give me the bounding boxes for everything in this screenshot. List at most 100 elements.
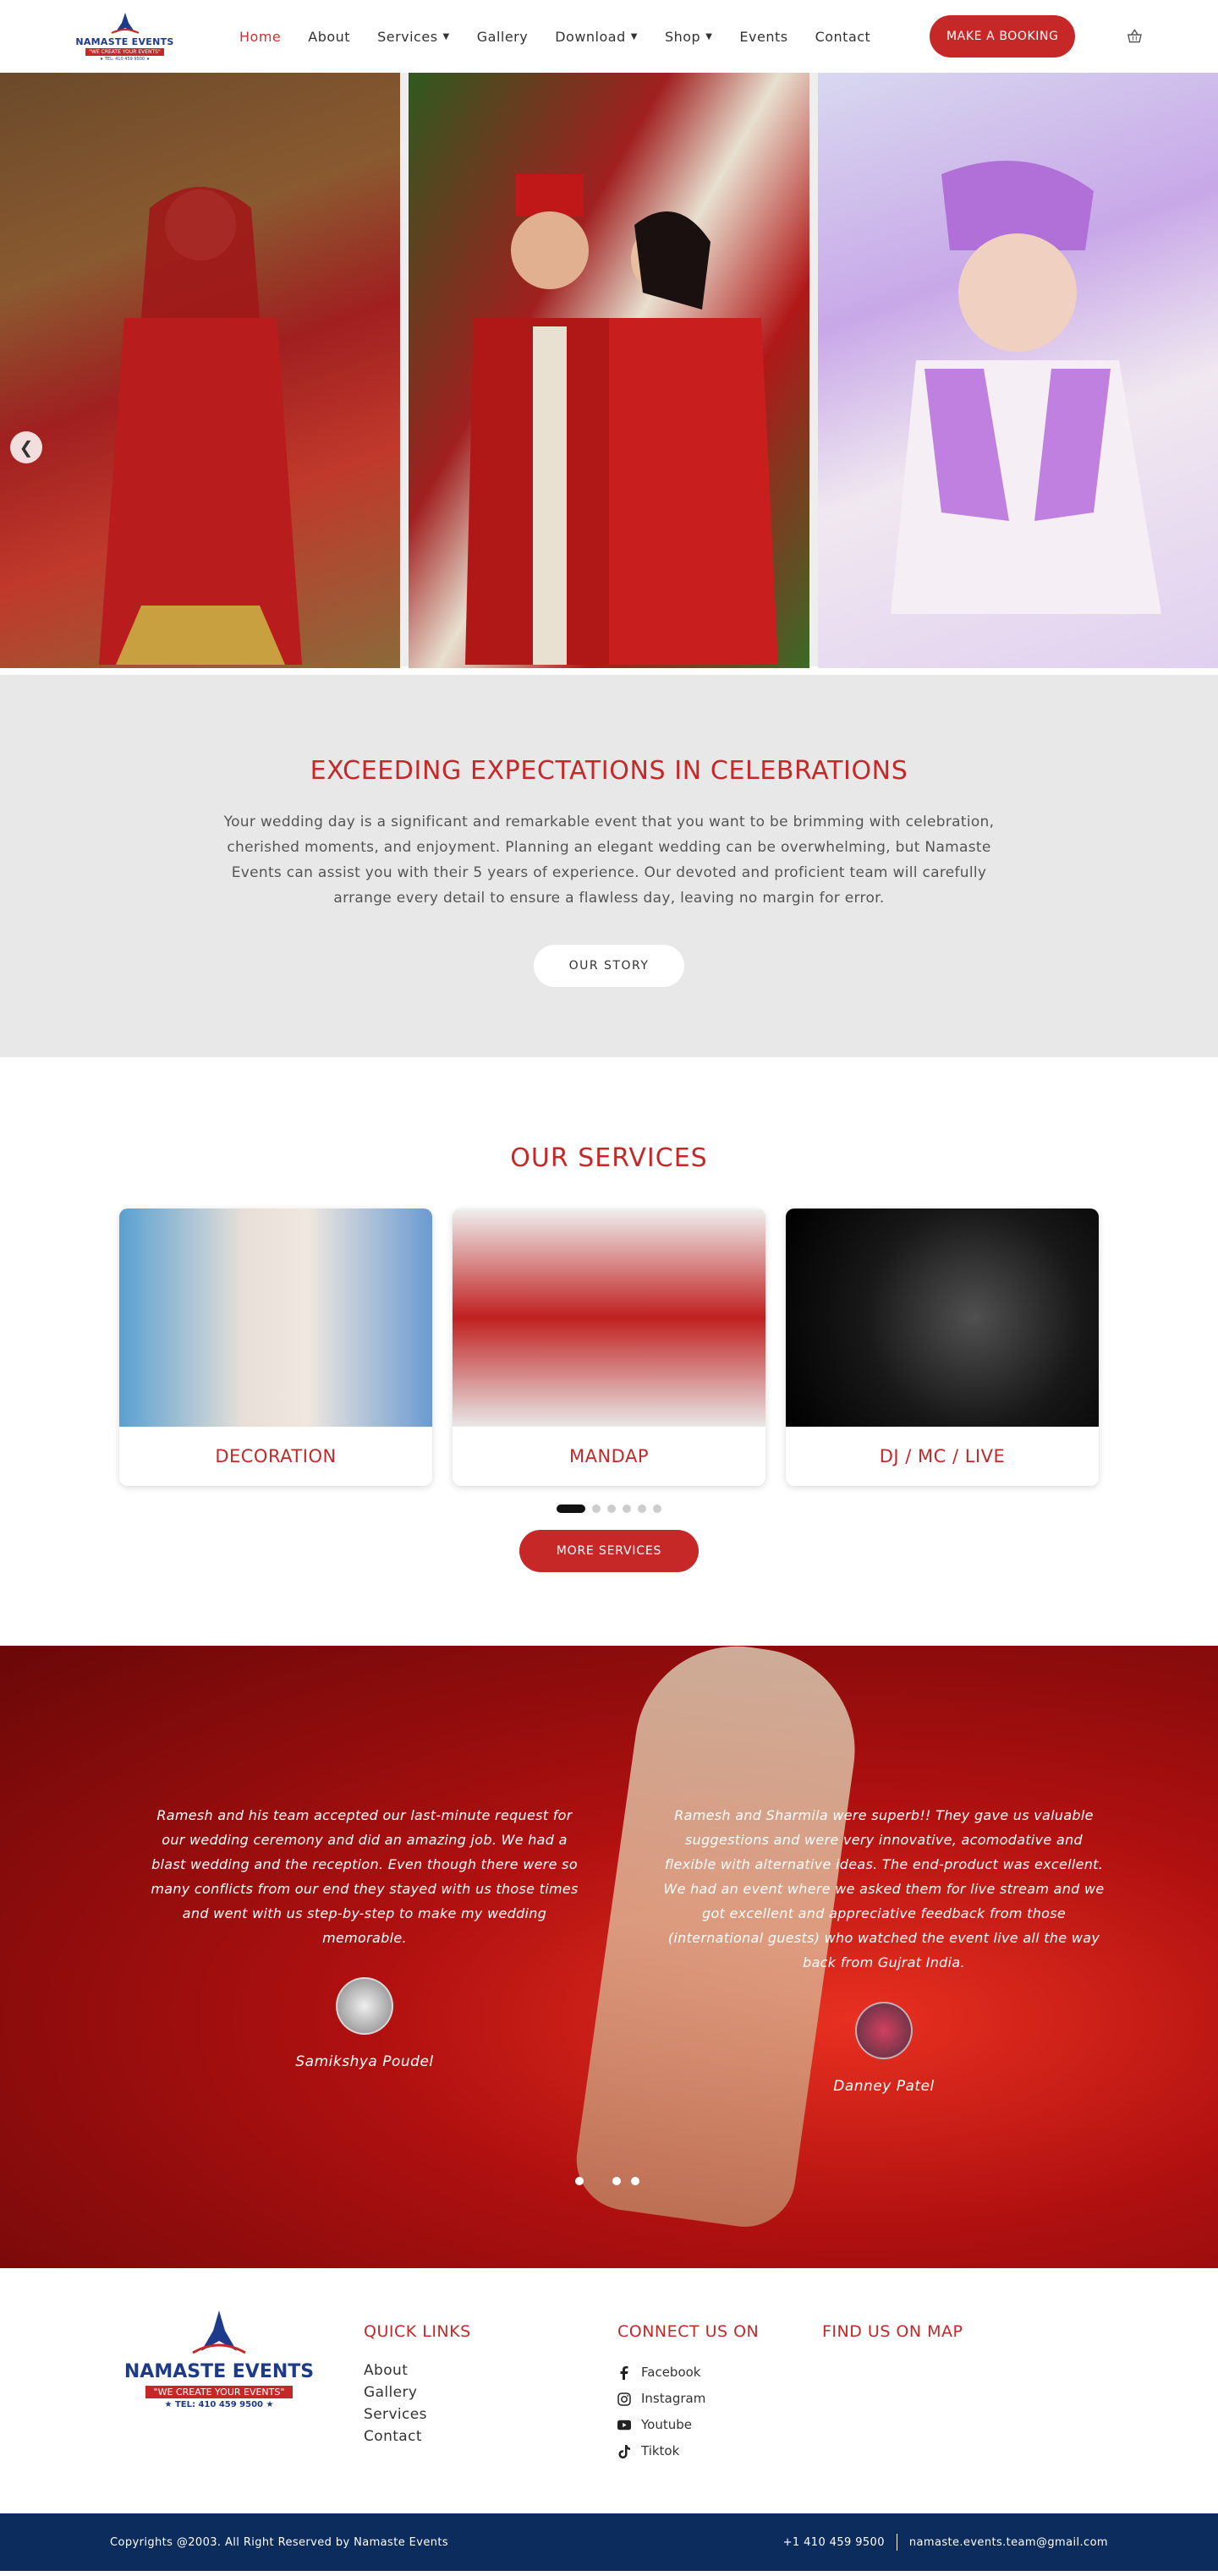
quick-links-column: QUICK LINKS About Gallery Services Conta… (364, 2322, 471, 2447)
youtube-icon (617, 2419, 631, 2432)
chevron-down-icon: ▼ (442, 31, 450, 41)
service-card-label: DJ / MC / LIVE (879, 1446, 1006, 1466)
quick-links-title: QUICK LINKS (364, 2322, 471, 2341)
tiktok-label: Tiktok (641, 2443, 680, 2458)
testimonial-text: Ramesh and his team accepted our last-mi… (151, 1807, 579, 1946)
avatar (855, 2002, 913, 2059)
nav-about-label: About (308, 28, 351, 45)
pagination-dot[interactable] (623, 1504, 631, 1513)
service-card-label: MANDAP (568, 1446, 650, 1466)
basket-icon[interactable] (1126, 27, 1144, 46)
footer-link-about[interactable]: About (364, 2360, 471, 2381)
social-link-facebook[interactable]: Facebook (617, 2360, 759, 2386)
pagination-dot[interactable] (607, 1504, 616, 1513)
testimonial-card: Ramesh and his team accepted our last-mi… (144, 1803, 585, 2095)
child-figure (891, 161, 1162, 614)
copyright-bar: Copyrights @2003. All Right Reserved by … (0, 2513, 1218, 2571)
nav-events[interactable]: Events (726, 29, 801, 45)
couple-figure (464, 174, 778, 665)
mandap-image (453, 1209, 765, 1427)
service-card-dj[interactable]: DJ / MC / LIVE (786, 1209, 1099, 1486)
site-footer: NAMASTE EVENTS "WE CREATE YOUR EVENTS" ★… (0, 2268, 1218, 2513)
intro-title: EXCEEDING EXPECTATIONS IN CELEBRATIONS (310, 756, 908, 786)
pagination-dot[interactable] (612, 2177, 621, 2185)
pagination-dot[interactable] (653, 1504, 661, 1513)
connect-column: CONNECT US ON Facebook Instagram Youtube… (617, 2322, 759, 2464)
footer-link-gallery[interactable]: Gallery (364, 2381, 471, 2403)
decoration-image (119, 1209, 432, 1427)
pagination-dot[interactable] (592, 1504, 601, 1513)
nav-home[interactable]: Home (226, 29, 294, 45)
more-services-button[interactable]: MORE SERVICES (519, 1530, 699, 1572)
nav-home-label: Home (239, 28, 282, 45)
pagination-dot[interactable] (638, 1504, 646, 1513)
services-section: OUR SERVICES DECORATION MANDAP DJ / MC /… (0, 1057, 1218, 1646)
facebook-icon (617, 2365, 631, 2380)
nav-contact-label: Contact (815, 28, 871, 45)
footer-email[interactable]: namaste.events.team@gmail.com (909, 2536, 1108, 2549)
bride-figure (98, 187, 302, 665)
nav-contact[interactable]: Contact (802, 29, 885, 45)
testimonials-carousel: Ramesh and his team accepted our last-mi… (144, 1803, 1105, 2095)
services-carousel: DECORATION MANDAP DJ / MC / LIVE (0, 1209, 1218, 1486)
intro-section: EXCEEDING EXPECTATIONS IN CELEBRATIONS Y… (0, 675, 1218, 1057)
hero-slide-child (817, 73, 1218, 668)
tiktok-icon (617, 2444, 631, 2458)
pagination-dot-active[interactable] (557, 1504, 585, 1513)
service-card-decoration[interactable]: DECORATION (119, 1209, 432, 1486)
social-link-tiktok[interactable]: Tiktok (617, 2438, 759, 2464)
youtube-label: Youtube (641, 2417, 692, 2432)
our-story-button[interactable]: OUR STORY (534, 945, 684, 987)
footer-phone[interactable]: +1 410 459 9500 (783, 2536, 885, 2549)
footer-link-contact[interactable]: Contact (364, 2425, 471, 2447)
chevron-down-icon: ▼ (705, 31, 713, 41)
avatar (336, 1977, 393, 2035)
nav-events-label: Events (739, 28, 788, 45)
praying-hands-icon (111, 13, 139, 34)
testimonial-author: Danney Patel (833, 2078, 935, 2095)
map-column: FIND US ON MAP (822, 2322, 963, 2341)
logo-tel: ★ TEL: 410 459 9500 ★ (99, 57, 151, 62)
logo-tagline: "WE CREATE YOUR EVENTS" (85, 48, 164, 56)
hero-slide-couple (409, 73, 809, 668)
contact-info: +1 410 459 9500 namaste.events.team@gmai… (783, 2534, 1108, 2551)
social-link-instagram[interactable]: Instagram (617, 2386, 759, 2412)
map-title: FIND US ON MAP (822, 2322, 963, 2341)
facebook-label: Facebook (641, 2365, 701, 2380)
footer-logo[interactable]: NAMASTE EVENTS "WE CREATE YOUR EVENTS" ★… (118, 2307, 320, 2417)
pagination-dot[interactable] (575, 2177, 584, 2185)
nav-shop-label: Shop (664, 28, 701, 45)
nav-shop[interactable]: Shop ▼ (651, 29, 726, 45)
pagination-dot[interactable] (594, 2177, 602, 2185)
connect-title: CONNECT US ON (617, 2322, 760, 2341)
make-booking-button[interactable]: MAKE A BOOKING (930, 15, 1076, 58)
chevron-down-icon: ▼ (630, 31, 638, 41)
nav-services[interactable]: Services ▼ (364, 29, 464, 45)
nav-about[interactable]: About (294, 29, 364, 45)
dj-image (786, 1209, 1099, 1427)
testimonials-pagination (575, 2177, 639, 2185)
nav-gallery-label: Gallery (476, 28, 529, 45)
site-logo[interactable]: NAMASTE EVENTS "WE CREATE YOUR EVENTS" ★… (74, 7, 175, 66)
logo-tel: ★ TEL: 410 459 9500 ★ (164, 2400, 274, 2409)
chevron-left-icon: ❮ (19, 437, 34, 458)
hero-carousel: ❮ (0, 73, 1218, 675)
footer-link-services[interactable]: Services (364, 2403, 471, 2425)
instagram-icon (617, 2392, 631, 2406)
pagination-dot[interactable] (631, 2177, 639, 2185)
nav-services-label: Services (377, 28, 438, 45)
social-link-youtube[interactable]: Youtube (617, 2412, 759, 2438)
nav-download-label: Download (555, 28, 626, 45)
site-header: NAMASTE EVENTS "WE CREATE YOUR EVENTS" ★… (0, 0, 1218, 73)
service-card-mandap[interactable]: MANDAP (453, 1209, 765, 1486)
testimonial-text: Ramesh and Sharmila were superb!! They g… (663, 1807, 1105, 1970)
nav-gallery[interactable]: Gallery (464, 29, 541, 45)
services-pagination (0, 1504, 1218, 1513)
services-title: OUR SERVICES (510, 1143, 708, 1173)
hero-slide-bride (0, 73, 401, 668)
logo-tagline: "WE CREATE YOUR EVENTS" (145, 2386, 294, 2398)
logo-brand: NAMASTE EVENTS (123, 2361, 315, 2382)
logo-brand: NAMASTE EVENTS (75, 36, 174, 47)
nav-download[interactable]: Download ▼ (541, 29, 651, 45)
carousel-prev-button[interactable]: ❮ (10, 431, 42, 463)
